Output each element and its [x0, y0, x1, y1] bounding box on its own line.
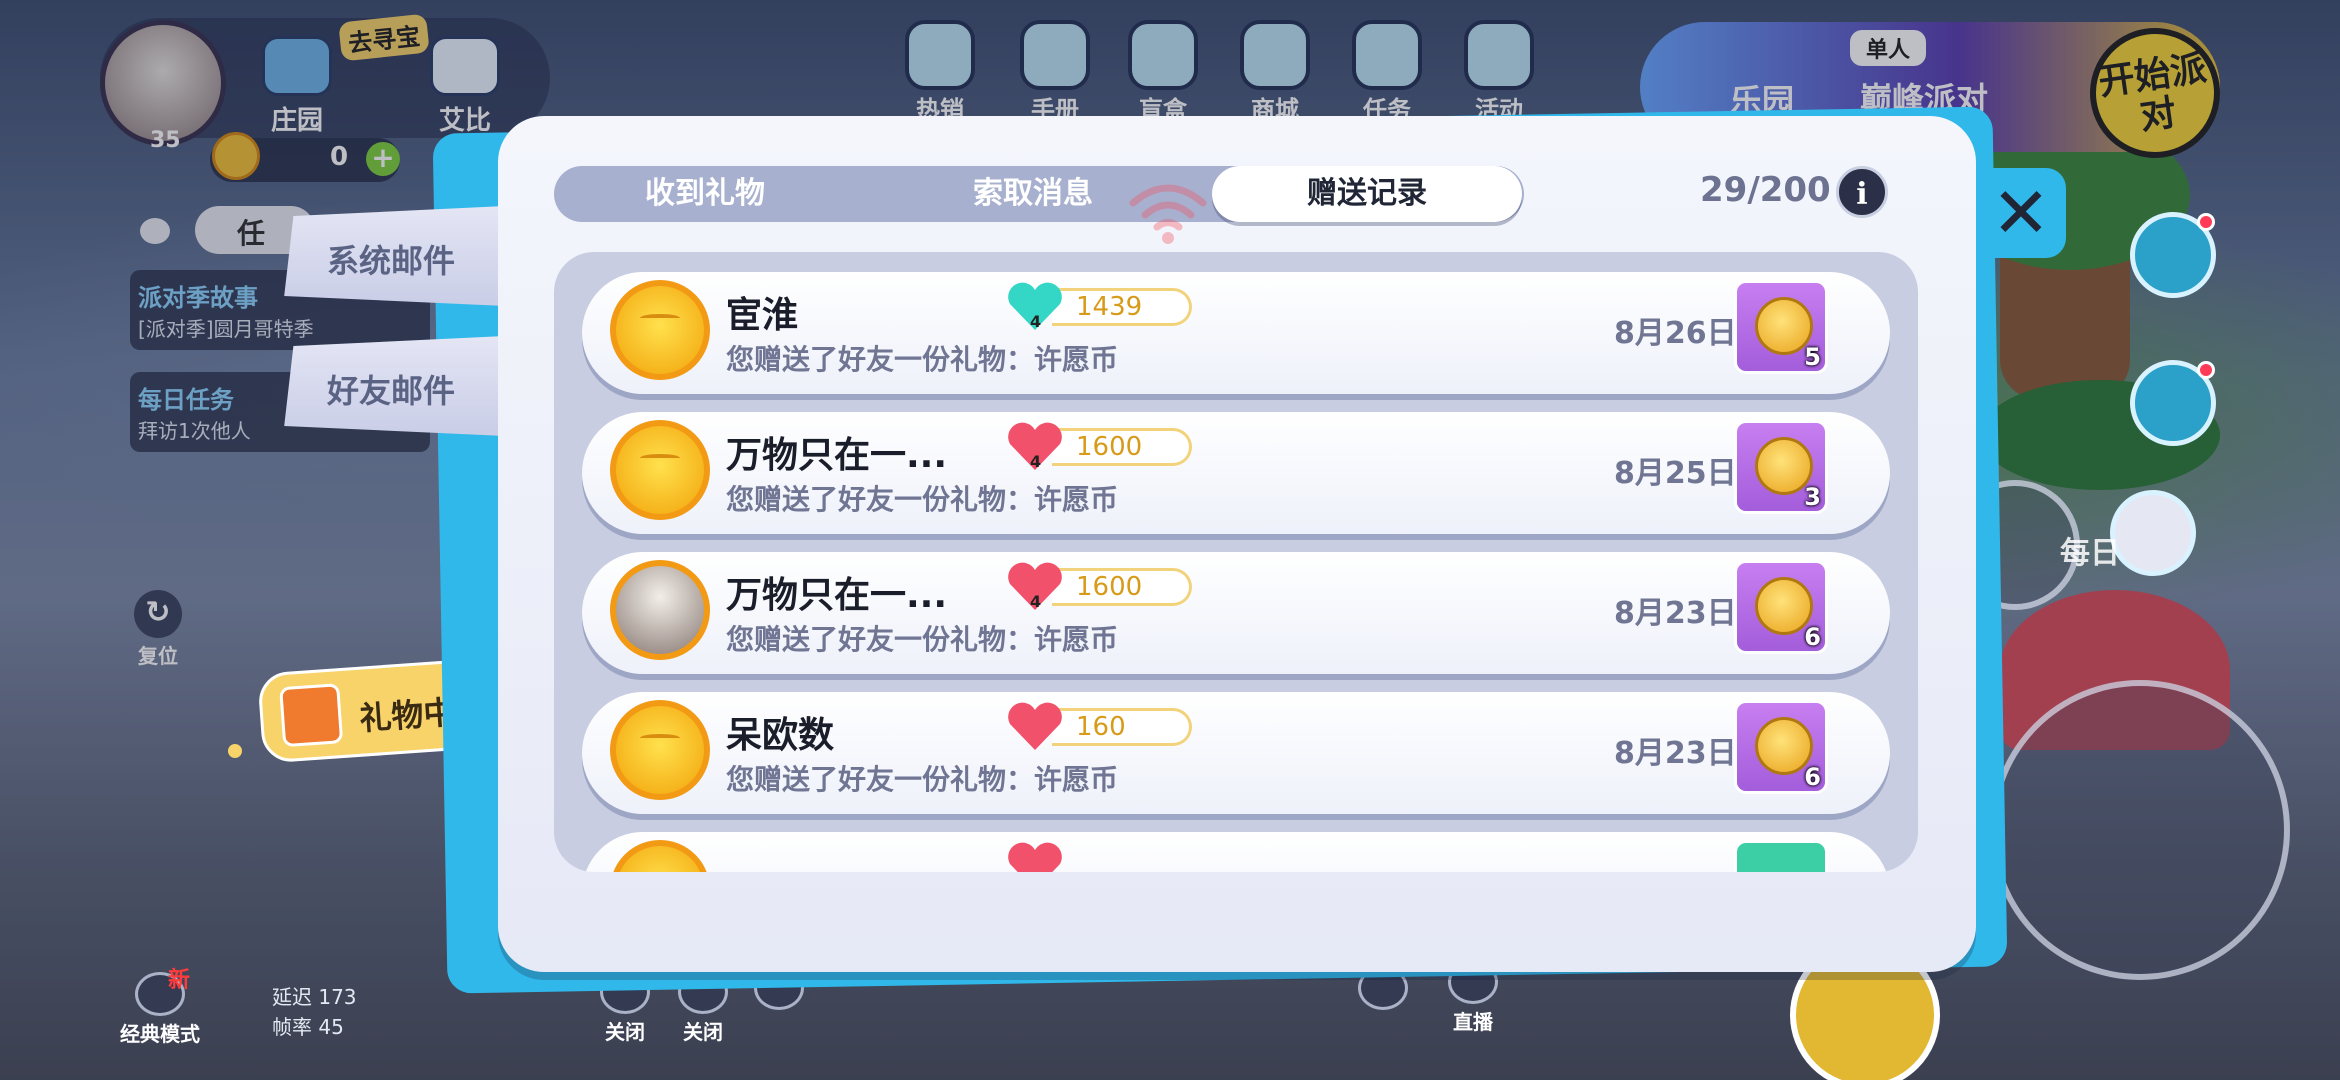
backpack-button[interactable] [2130, 212, 2216, 298]
coin-gift-icon[interactable]: 6 [1734, 560, 1828, 654]
weak-signal-icon [1129, 184, 1207, 244]
record-row[interactable]: 万物只在一... 您赠送了好友一份礼物：许愿币 1600 4 8月25日 3 [582, 412, 1890, 534]
notification-dot [2197, 213, 2215, 231]
close-button[interactable]: ✕ [1976, 168, 2066, 258]
avatar-face [640, 734, 680, 742]
system-mail-tab[interactable]: 系统邮件 [284, 206, 505, 306]
notification-dot [2197, 361, 2215, 379]
coin-gift-icon[interactable]: 5 [1734, 280, 1828, 374]
heart-level: 4 [1030, 452, 1042, 471]
voice-close-label: 关闭 [683, 1020, 723, 1044]
gift-count: 5 [1804, 343, 1821, 371]
friendship-points: 1439 [1052, 288, 1192, 326]
gift-description: 您赠送了好友一份礼物：许愿币 [726, 623, 1119, 656]
daily-partial-label: 每日 [2060, 536, 2120, 571]
friend-avatar[interactable] [610, 280, 710, 380]
friendship-points: 1600 [1052, 568, 1192, 606]
gift-count: 3 [1804, 483, 1821, 511]
record-row[interactable]: 宦淮您赠送了好友一份礼物：许愿币 1439 4 8月26日 5 [582, 272, 1890, 394]
tab-request-messages[interactable]: 索取消息 [918, 166, 1148, 222]
friendship-points: 160 [1052, 708, 1192, 746]
tab-received-gifts[interactable]: 收到礼物 [590, 166, 820, 222]
new-badge: 新 [168, 968, 191, 993]
gift-box-icon [279, 683, 344, 748]
latency-text: 延迟 173 [272, 985, 357, 1009]
record-date: 8月23日 [1614, 596, 1737, 631]
fps-text: 帧率 45 [272, 1015, 344, 1039]
gift-description: 您赠送了好友一份礼物：许愿币 [726, 483, 1119, 516]
action-joystick[interactable] [1990, 680, 2290, 980]
gift-description: 您赠送了好友一份礼物：许愿币 [726, 343, 1119, 376]
friendship-points: 1600 [1052, 428, 1192, 466]
classic-mode-button[interactable]: 新 经典模式 [120, 968, 200, 1047]
gift-description: 您赠送了好友一份礼物：许愿币 [726, 763, 1119, 796]
classic-mode-label: 经典模式 [120, 1022, 200, 1046]
record-row[interactable]: 万物只在一... 您赠送了好友一份礼物：许愿币 1600 4 8月23日 6 [582, 552, 1890, 674]
friendship-heart-icon [1008, 842, 1062, 872]
mic-close-label: 关闭 [605, 1020, 645, 1044]
avatar-face [640, 454, 680, 462]
close-icon: ✕ [1991, 172, 2051, 254]
friend-name: 呆欧数 [726, 715, 835, 756]
network-stats: 延迟 173 帧率 45 [272, 982, 357, 1042]
friend-mail-tab[interactable]: 好友邮件 [284, 336, 505, 436]
friend-avatar[interactable] [610, 700, 710, 800]
gift-count: 6 [1804, 623, 1821, 651]
friend-avatar [610, 840, 710, 872]
gift-count: 6 [1804, 763, 1821, 791]
record-date: 8月26日 [1614, 316, 1737, 351]
record-row[interactable]: 呆欧数您赠送了好友一份礼物：许愿币 160 8月23日 6 [582, 692, 1890, 814]
friend-name: 万物只在一... [726, 435, 948, 476]
heart-level: 4 [1030, 592, 1042, 611]
gift-thumbnail [1734, 840, 1828, 872]
record-date: 8月23日 [1614, 736, 1737, 771]
record-date: 8月25日 [1614, 456, 1737, 491]
friend-name: 万物只在一... [726, 575, 948, 616]
sunglasses-emote-button[interactable] [2110, 490, 2196, 576]
info-icon[interactable]: i [1836, 166, 1888, 218]
send-record-list[interactable]: 宦淮您赠送了好友一份礼物：许愿币 1439 4 8月26日 5 万物只在一... 您赠送了好… [554, 252, 1918, 872]
coin-gift-icon[interactable]: 6 [1734, 700, 1828, 794]
coin-gift-icon[interactable]: 3 [1734, 420, 1828, 514]
avatar-face [640, 314, 680, 322]
record-counter: 29/200 [1700, 170, 1831, 210]
heart-level: 4 [1030, 312, 1042, 331]
build-button[interactable] [2130, 360, 2216, 446]
friend-avatar[interactable] [610, 560, 710, 660]
friend-name: 宦淮 [726, 295, 799, 336]
record-row-partial[interactable] [582, 832, 1890, 872]
friendship-heart-icon [1008, 702, 1062, 750]
gift-center-dot [228, 744, 242, 758]
friend-avatar[interactable] [610, 420, 710, 520]
tab-send-records[interactable]: 赠送记录 [1212, 166, 1522, 222]
live-label: 直播 [1453, 1010, 1493, 1034]
